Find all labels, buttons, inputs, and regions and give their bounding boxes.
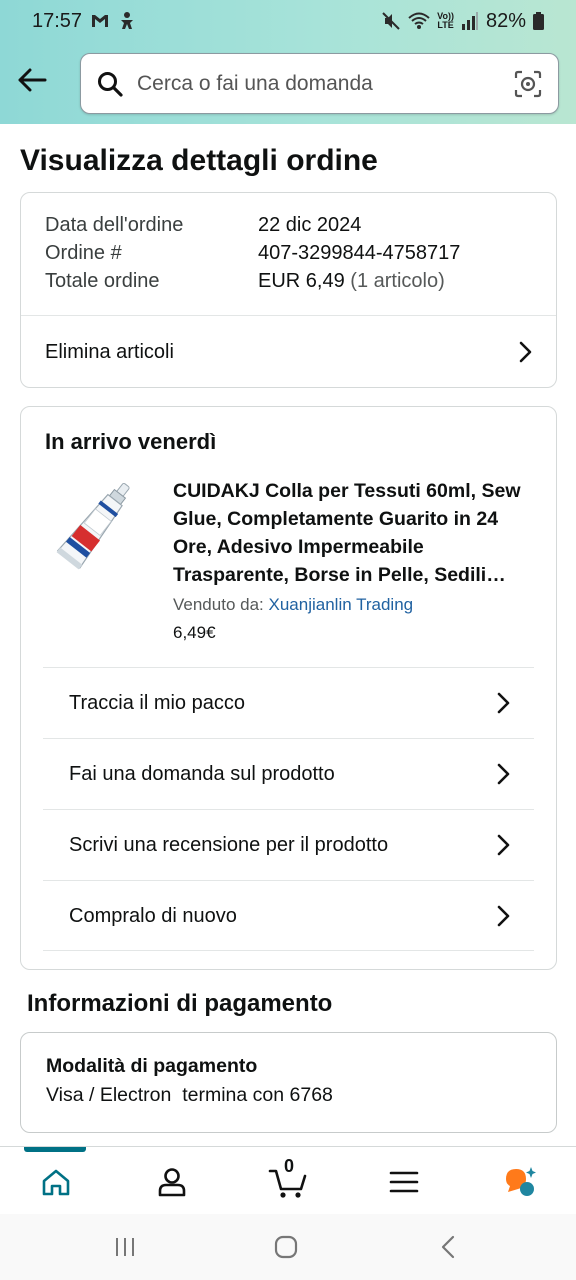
back-arrow-icon: [18, 68, 47, 92]
system-back-button[interactable]: [436, 1232, 460, 1262]
status-bar: 17:57 Vo)) LTE 82%: [0, 0, 576, 42]
buy-again-label: Compralo di nuovo: [69, 904, 237, 927]
system-back-icon: [441, 1235, 455, 1259]
signal-icon: [461, 10, 479, 32]
active-tab-indicator: [24, 1147, 86, 1152]
sold-by-label: Venduto da:: [173, 595, 264, 614]
bottom-navigation: 0: [0, 1146, 576, 1214]
battery-percent: 82%: [485, 9, 526, 32]
divider: [43, 950, 534, 951]
order-total-amount: EUR 6,49: [258, 270, 345, 292]
search-icon: [98, 71, 123, 97]
chevron-right-icon: [492, 762, 516, 786]
nav-assistant[interactable]: [490, 1159, 550, 1205]
chevron-right-icon: [492, 833, 516, 857]
home-system-button[interactable]: [272, 1232, 300, 1262]
seller-link[interactable]: Xuanjianlin Trading: [269, 595, 414, 614]
payment-method-card[interactable]: Modalità di pagamento Visa / Electron te…: [20, 1032, 557, 1133]
track-package-label: Traccia il mio pacco: [69, 691, 245, 714]
shipment-card: In arrivo venerdì CUIDAKJ Colla per Tess…: [20, 406, 557, 970]
nav-home[interactable]: [26, 1159, 86, 1205]
write-review-label: Scrivi una recensione per il prodotto: [69, 833, 389, 856]
system-navigation-bar: [0, 1214, 576, 1280]
recent-apps-icon: [116, 1238, 134, 1256]
chevron-right-icon: [492, 691, 516, 715]
menu-icon: [389, 1171, 419, 1193]
search-bar[interactable]: [80, 53, 559, 114]
payment-section-title: Informazioni di pagamento: [27, 990, 333, 1017]
nav-profile[interactable]: [142, 1159, 202, 1205]
accessibility-icon: [118, 10, 136, 32]
order-summary-card: Data dell'ordine 22 dic 2024 Ordine # 40…: [20, 192, 557, 388]
product-price: 6,49€: [173, 623, 216, 642]
order-total-value: EUR 6,49 (1 articolo): [258, 270, 445, 293]
lte-label: LTE: [437, 20, 454, 30]
profile-icon: [158, 1168, 186, 1197]
buy-again-row[interactable]: Compralo di nuovo: [43, 880, 534, 951]
delete-items-label: Elimina articoli: [45, 340, 174, 363]
header: 17:57 Vo)) LTE 82%: [0, 0, 576, 124]
order-date-label: Data dell'ordine: [45, 214, 184, 236]
home-icon: [42, 1169, 70, 1196]
cart-count: 0: [284, 1156, 295, 1176]
back-button[interactable]: [14, 62, 50, 98]
track-package-row[interactable]: Traccia il mio pacco: [43, 667, 534, 738]
payment-method-label: Modalità di pagamento: [46, 1055, 258, 1077]
chevron-right-icon: [514, 340, 538, 364]
battery-icon: [533, 10, 544, 32]
nav-menu[interactable]: [374, 1159, 434, 1205]
order-number-value: 407-3299844-4758717: [258, 242, 461, 264]
delete-items-row[interactable]: Elimina articoli: [21, 316, 556, 388]
nav-cart[interactable]: 0: [258, 1156, 318, 1205]
mute-icon: [381, 10, 401, 32]
gmail-icon: [90, 10, 110, 32]
page-title: Visualizza dettagli ordine: [20, 144, 378, 177]
search-input[interactable]: [137, 71, 514, 96]
arrival-heading: In arrivo venerdì: [45, 429, 217, 454]
product-image[interactable]: [43, 475, 153, 585]
status-time: 17:57: [32, 9, 83, 32]
camera-lens-icon[interactable]: [514, 70, 542, 98]
assistant-icon: [506, 1167, 536, 1196]
seller-info: Venduto da: Xuanjianlin Trading: [173, 595, 413, 615]
home-circle-icon: [274, 1235, 298, 1259]
chevron-right-icon: [492, 904, 516, 928]
recent-apps-button[interactable]: [112, 1232, 138, 1262]
order-total-items: (1 articolo): [350, 270, 445, 292]
lte-icon: Vo)) LTE: [437, 10, 454, 32]
wifi-icon: [408, 10, 430, 32]
order-date-value: 22 dic 2024: [258, 214, 362, 236]
order-total-label: Totale ordine: [45, 270, 160, 292]
payment-method-value: Visa / Electron termina con 6768: [46, 1084, 333, 1106]
write-review-row[interactable]: Scrivi una recensione per il prodotto: [43, 809, 534, 880]
ask-question-row[interactable]: Fai una domanda sul prodotto: [43, 738, 534, 809]
product-title[interactable]: CUIDAKJ Colla per Tessuti 60ml, Sew Glue…: [173, 477, 533, 589]
order-number-label: Ordine #: [45, 242, 122, 264]
ask-question-label: Fai una domanda sul prodotto: [69, 762, 335, 785]
